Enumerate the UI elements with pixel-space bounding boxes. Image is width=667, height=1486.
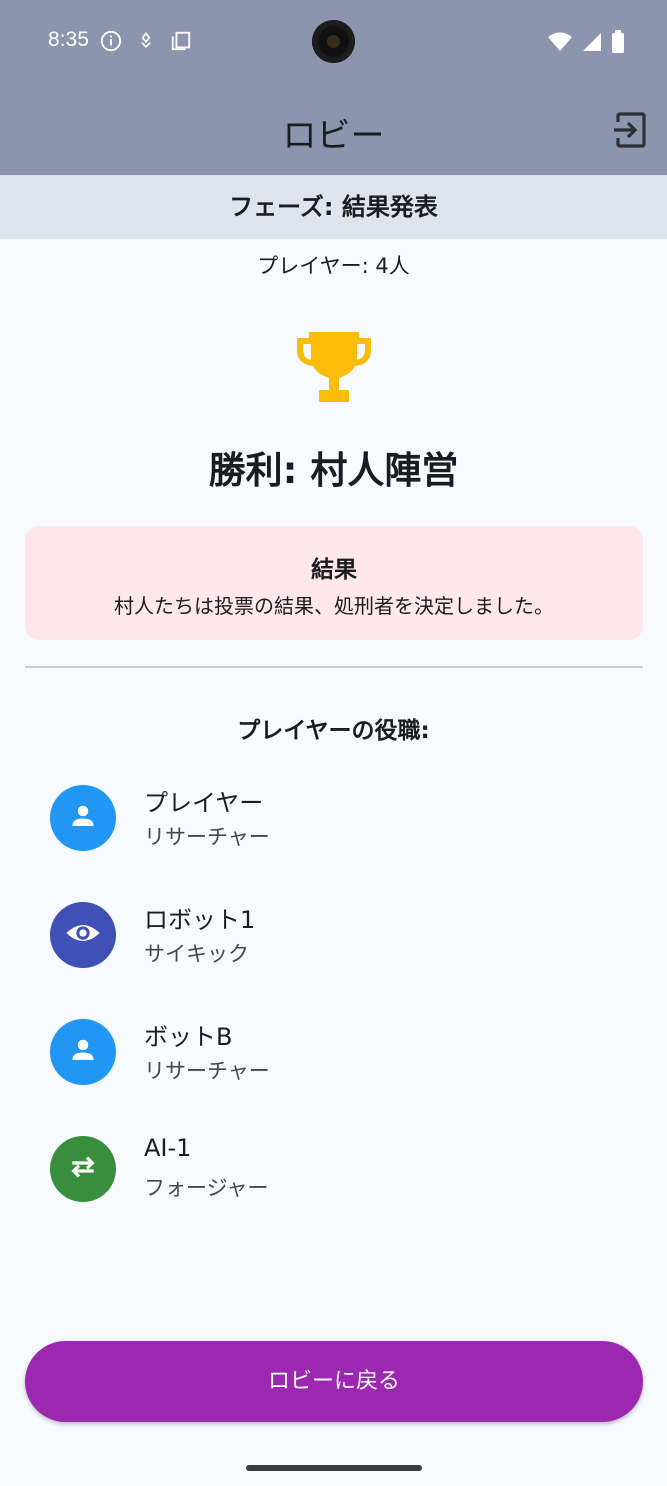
back-to-lobby-button[interactable]: ロビーに戻る (25, 1341, 643, 1422)
player-item: ロボット1 サイキック (50, 902, 630, 982)
player-role: リサーチャー (144, 825, 270, 849)
winner-text: 勝利: 村人陣営 (208, 449, 459, 492)
result-card: 結果 村人たちは投票の結果、処刑者を決定しました。 (25, 526, 643, 640)
top-app-bar: 8:35 ロビー (0, 0, 667, 175)
player-item: ボットB リサーチャー (50, 1019, 630, 1099)
player-avatar (50, 1136, 116, 1202)
phase-banner: フェーズ: 結果発表 (0, 175, 667, 239)
wifi-icon (547, 31, 573, 57)
result-title: 結果 (311, 557, 357, 583)
person-icon (68, 801, 98, 835)
battery-icon (611, 30, 625, 58)
exit-button[interactable] (608, 108, 652, 152)
player-name: プレイヤー (144, 789, 264, 817)
player-item: プレイヤー リサーチャー (50, 785, 630, 865)
player-role: サイキック (144, 942, 249, 966)
player-avatar (50, 785, 116, 851)
trophy-icon (295, 328, 373, 408)
player-avatar (50, 1019, 116, 1085)
player-name: ロボット1 (144, 906, 256, 934)
front-camera (312, 20, 355, 63)
swap-icon (67, 1151, 99, 1187)
player-name: AI-1 (144, 1134, 192, 1162)
player-name: ボットB (144, 1023, 233, 1051)
divider (25, 666, 643, 668)
notification-icon (136, 30, 156, 56)
player-count: プレイヤー: 4人 (257, 254, 410, 278)
exit-to-app-icon (608, 112, 652, 156)
home-indicator[interactable] (246, 1465, 422, 1471)
signal-icon (581, 31, 603, 57)
roles-heading: プレイヤーの役職: (237, 718, 430, 744)
info-icon (100, 30, 122, 56)
result-message: 村人たちは投票の結果、処刑者を決定しました。 (114, 594, 554, 618)
status-icons-left (100, 30, 192, 56)
app-title: ロビー (282, 116, 385, 156)
player-item: AI-1 フォージャー (50, 1134, 630, 1216)
status-icons-right (547, 30, 625, 58)
player-role: フォージャー (144, 1176, 269, 1200)
status-bar: 8:35 (0, 0, 667, 84)
copy-icon (170, 30, 192, 56)
player-role: リサーチャー (144, 1059, 270, 1083)
status-time: 8:35 (48, 28, 89, 51)
person-icon (68, 1035, 98, 1069)
eye-icon (64, 914, 102, 956)
player-avatar (50, 902, 116, 968)
